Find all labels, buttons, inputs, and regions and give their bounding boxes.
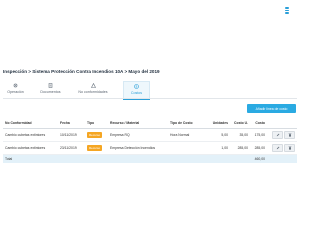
tab-label: Documentos — [40, 90, 61, 94]
cell-costo-u: 285,00 — [230, 141, 250, 155]
cell-unidades: 1,00 — [208, 141, 230, 155]
type-badge: Recurso — [87, 145, 103, 151]
pencil-icon — [276, 146, 279, 150]
trash-icon — [288, 146, 291, 150]
tab-label: Costos — [130, 91, 143, 95]
total-row: Total 460,00 — [3, 154, 297, 163]
costs-table: No Conformidad Fecha Tipo Recurso / Mate… — [3, 117, 297, 163]
cell-tipo: Recurso — [85, 141, 108, 155]
cell-actions — [267, 128, 297, 142]
trash-icon — [288, 133, 291, 137]
warning-icon — [90, 83, 96, 88]
cell-fecha: 23/11/2019 — [58, 141, 85, 155]
cell-tipo-costo — [168, 141, 208, 155]
cell-actions — [267, 141, 297, 155]
cell-costo: 175,00 — [250, 128, 267, 142]
edit-button[interactable] — [272, 131, 283, 139]
tab-documentos[interactable]: Documentos — [38, 81, 63, 97]
cell-costo: 285,00 — [250, 141, 267, 155]
cell-no-conformidad: Cambio cubetas extintores — [3, 128, 58, 142]
table-header-row: No Conformidad Fecha Tipo Recurso / Mate… — [3, 117, 297, 129]
tab-costos[interactable]: $ Costos — [123, 81, 150, 100]
column-header: Tipo — [85, 117, 108, 129]
cell-fecha: 10/11/2019 — [58, 128, 85, 142]
column-header: Unidades — [208, 117, 230, 129]
edit-button[interactable] — [272, 144, 283, 152]
column-header: No Conformidad — [3, 117, 58, 129]
pencil-icon — [276, 133, 279, 137]
dollar-icon: $ — [134, 84, 139, 89]
cell-costo-u: 35,00 — [230, 128, 250, 142]
add-cost-line-button[interactable]: Añadir línea de costo — [247, 104, 296, 113]
tab-label: No conformidades — [78, 90, 108, 94]
document-icon — [48, 83, 53, 88]
page-title: Inspección > Sistema Protección Contra I… — [3, 69, 160, 74]
column-header: Costo — [250, 117, 267, 129]
total-value: 460,00 — [250, 154, 267, 163]
table-row: Cambio cubetas extintores 10/11/2019 Rec… — [3, 128, 297, 142]
cell-unidades: 5,00 — [208, 128, 230, 142]
tab-label: Operación — [7, 90, 24, 94]
tab-operacion[interactable]: Operación — [3, 81, 28, 97]
column-header: Fecha — [58, 117, 85, 129]
delete-button[interactable] — [284, 144, 295, 152]
column-header: Costo U. — [230, 117, 250, 129]
cell-recurso: Empresa RQ — [108, 128, 168, 142]
tab-no-conformidades[interactable]: No conformidades — [73, 81, 113, 97]
delete-button[interactable] — [284, 131, 295, 139]
column-header-actions — [267, 117, 297, 129]
tab-bar: Operación Documentos No conformidades $ … — [3, 81, 297, 100]
table-row: Cambio cubetas extintores 23/11/2019 Rec… — [3, 141, 297, 155]
cell-tipo-costo: Hora Normal — [168, 128, 208, 142]
cell-tipo: Recurso — [85, 128, 108, 142]
app-logo — [285, 7, 289, 15]
gear-icon — [13, 83, 18, 88]
cell-no-conformidad: Cambio cubetas extintores — [3, 141, 58, 155]
column-header: Tipo de Costo — [168, 117, 208, 129]
column-header: Recurso / Material — [108, 117, 168, 129]
total-label: Total — [3, 154, 58, 163]
type-badge: Recurso — [87, 132, 103, 138]
cell-recurso: Empresa Detección Incendios — [108, 141, 168, 155]
